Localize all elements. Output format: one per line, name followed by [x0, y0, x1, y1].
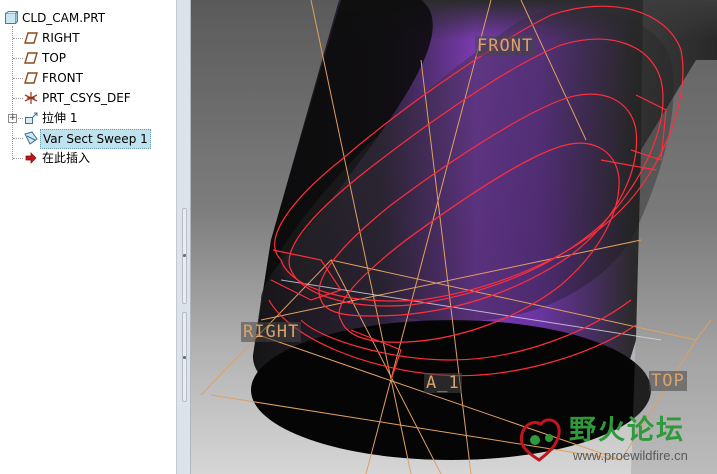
tree-item-csys[interactable]: PRT_CSYS_DEF — [0, 89, 176, 107]
splitter-grip-icon — [183, 356, 186, 359]
datum-plane-icon — [24, 51, 38, 65]
tree-item-top[interactable]: TOP — [0, 49, 176, 67]
tree-item-label: PRT_CSYS_DEF — [42, 91, 131, 105]
tree-item-insert-here[interactable]: 在此插入 — [0, 149, 176, 167]
tree-item-label: RIGHT — [42, 31, 80, 45]
watermark-url: www.proewildfire.cn — [573, 448, 688, 463]
tree-item-label: 拉伸 1 — [42, 111, 78, 125]
datum-plane-icon — [24, 71, 38, 85]
tree-item-extrude[interactable]: + 拉伸 1 — [0, 109, 176, 127]
extrude-icon — [24, 111, 38, 125]
model-canvas[interactable] — [191, 0, 717, 474]
part-icon — [4, 10, 19, 25]
tree-root[interactable]: CLD_CAM.PRT — [0, 9, 176, 27]
tree-item-label: 在此插入 — [42, 151, 91, 165]
watermark-text: 野火论坛 — [569, 415, 685, 446]
splitter-grip-icon — [183, 254, 186, 257]
top-datum-label[interactable]: TOP — [649, 371, 687, 391]
datum-plane-icon — [24, 31, 38, 45]
front-datum-label[interactable]: FRONT — [475, 36, 536, 56]
var-sect-sweep-icon — [24, 131, 38, 145]
tree-item-label: FRONT — [42, 71, 83, 85]
tree-root-label: CLD_CAM.PRT — [22, 11, 106, 25]
panel-splitter[interactable] — [176, 0, 191, 474]
watermark-logo-icon — [520, 418, 561, 462]
axis-label[interactable]: A_1 — [424, 373, 462, 393]
expand-toggle-icon[interactable]: + — [8, 114, 17, 123]
model-tree-panel: CLD_CAM.PRT RIGHT TOP FRONT PRT_CSYS_DEF — [0, 0, 176, 474]
graphics-window[interactable]: FRONT RIGHT TOP A_1 野火论坛 www.proewildfir… — [191, 0, 717, 474]
watermark: 野火论坛 www.proewildfire.cn — [509, 408, 716, 474]
tree-item-var-sect-sweep[interactable]: Var Sect Sweep 1 — [0, 129, 176, 149]
tree-item-right[interactable]: RIGHT — [0, 29, 176, 47]
tree-item-label: TOP — [42, 51, 67, 65]
tree-item-front[interactable]: FRONT — [0, 69, 176, 87]
tree-item-label: Var Sect Sweep 1 — [40, 129, 151, 149]
coordinate-system-icon — [24, 91, 38, 105]
right-datum-label[interactable]: RIGHT — [241, 322, 302, 342]
insert-here-arrow-icon — [24, 151, 38, 165]
